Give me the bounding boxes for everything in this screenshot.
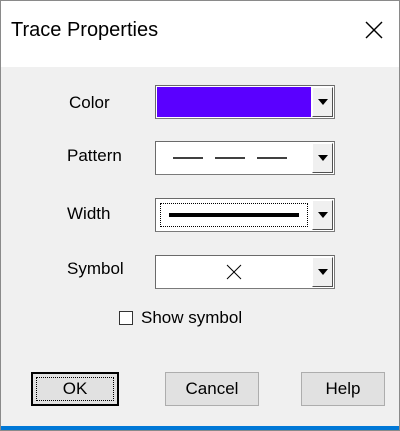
width-dropdown-button[interactable] xyxy=(312,200,333,230)
symbol-label: Symbol xyxy=(67,259,124,278)
focus-rectangle xyxy=(36,377,114,401)
symbol-dropdown-button[interactable] xyxy=(312,257,333,287)
cancel-button-label: Cancel xyxy=(185,379,239,398)
width-preview xyxy=(157,200,311,230)
chevron-down-icon xyxy=(317,212,328,218)
pattern-select[interactable] xyxy=(155,141,335,175)
ok-button[interactable]: OK xyxy=(31,372,119,406)
cancel-button[interactable]: Cancel xyxy=(165,372,259,406)
show-symbol-checkbox[interactable] xyxy=(119,311,133,325)
pattern-dropdown-button[interactable] xyxy=(312,143,333,173)
color-swatch xyxy=(157,87,311,117)
close-button[interactable] xyxy=(359,15,389,45)
chevron-down-icon xyxy=(317,99,328,105)
close-icon xyxy=(365,21,383,39)
symbol-preview xyxy=(157,257,311,287)
color-swatch-field xyxy=(157,87,311,117)
trace-properties-dialog: Trace Properties Color Pattern Width Sym… xyxy=(0,0,400,431)
focus-rectangle xyxy=(160,203,308,227)
dashed-line-icon xyxy=(173,157,295,159)
title-bar: Trace Properties xyxy=(1,1,399,67)
dialog-body: Color Pattern Width Symbol Show symbol O… xyxy=(1,67,399,430)
symbol-select[interactable] xyxy=(155,255,335,289)
x-symbol-icon xyxy=(226,264,242,280)
pattern-label: Pattern xyxy=(67,146,122,165)
pattern-preview xyxy=(157,143,311,173)
color-select[interactable] xyxy=(155,85,335,119)
help-button-label: Help xyxy=(325,379,361,398)
show-symbol-row[interactable]: Show symbol xyxy=(119,308,243,327)
show-symbol-label: Show symbol xyxy=(141,308,243,327)
dialog-title: Trace Properties xyxy=(11,19,159,41)
window-border xyxy=(1,426,399,430)
color-label: Color xyxy=(69,93,110,112)
chevron-down-icon xyxy=(317,155,328,161)
chevron-down-icon xyxy=(317,269,328,275)
width-select[interactable] xyxy=(155,198,335,232)
help-button[interactable]: Help xyxy=(301,372,385,406)
color-dropdown-button[interactable] xyxy=(312,87,333,117)
width-label: Width xyxy=(67,204,111,223)
